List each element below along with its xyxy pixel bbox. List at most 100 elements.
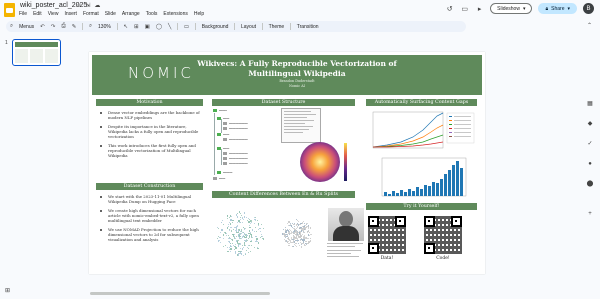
- growth-line-chart[interactable]: [367, 110, 477, 152]
- scatter-point: [303, 228, 305, 231]
- keep-icon[interactable]: ◆: [586, 120, 594, 128]
- motivation-heading[interactable]: Motivation: [96, 99, 203, 106]
- print-icon[interactable]: ⎙: [61, 23, 65, 30]
- menu-view[interactable]: View: [48, 11, 59, 17]
- ru-embedding-scatter[interactable]: [270, 202, 324, 264]
- tasks-icon[interactable]: ✓: [586, 140, 594, 148]
- horizontal-scrollbar[interactable]: [90, 292, 590, 295]
- data-link-label[interactable]: Data!: [368, 256, 406, 261]
- menu-arrange[interactable]: Arrange: [122, 11, 140, 17]
- background-button[interactable]: Background: [202, 24, 229, 30]
- star-icon[interactable]: ☆: [76, 2, 81, 9]
- text-box-icon[interactable]: ⊞: [134, 24, 139, 30]
- tree-file-node: ━━━━━━━━━━━━: [223, 152, 248, 155]
- article-portrait-image[interactable]: [328, 208, 364, 241]
- scatter-point: [304, 244, 307, 246]
- lock-icon: 🔒︎: [545, 5, 549, 12]
- qr-finder: [368, 243, 379, 254]
- schema-code-image[interactable]: [281, 108, 321, 143]
- structure-heading[interactable]: Dataset Structure: [212, 99, 355, 106]
- data-qr-code[interactable]: [368, 216, 406, 254]
- scatter-point: [284, 240, 286, 242]
- menu-tools[interactable]: Tools: [146, 11, 158, 17]
- dataset-tree-image[interactable]: ━━━━━ ━━━━ ━━━━━━━━━━━━ ━━━━━━━━━━━━ ━━━…: [211, 109, 276, 181]
- cloud-icon[interactable]: ☁: [94, 2, 100, 9]
- divider: [290, 23, 291, 30]
- code-link-label[interactable]: Code!: [424, 256, 462, 261]
- share-button[interactable]: 🔒︎ Share ▾: [538, 3, 577, 14]
- undo-icon[interactable]: ↶: [40, 24, 45, 30]
- search-menus-label[interactable]: Menus: [19, 24, 34, 30]
- scatter-point: [283, 232, 285, 234]
- history-icon[interactable]: ↺: [445, 5, 454, 13]
- en-embedding-scatter[interactable]: [212, 202, 268, 264]
- image-icon[interactable]: ▣: [145, 24, 150, 30]
- redo-icon[interactable]: ↷: [51, 24, 56, 30]
- comment-add-icon[interactable]: ▭: [184, 24, 189, 30]
- scatter-point: [303, 231, 305, 233]
- folder-move-icon[interactable]: ⇲: [85, 2, 90, 9]
- chevron-down-icon[interactable]: ▾: [523, 6, 526, 12]
- search-icon[interactable]: ⌕: [10, 23, 13, 30]
- scatter-point: [241, 231, 244, 233]
- theme-button[interactable]: Theme: [269, 24, 285, 30]
- menu-edit[interactable]: Edit: [33, 11, 42, 17]
- try-heading[interactable]: Try it Yourself!: [366, 203, 477, 210]
- wiki-article-snippet[interactable]: [326, 241, 366, 266]
- poster-header[interactable]: NOMIC Wikivecs: A Fully Reproducible Vec…: [92, 55, 482, 95]
- contacts-icon[interactable]: ●: [586, 160, 594, 168]
- layout-button[interactable]: Layout: [241, 24, 256, 30]
- code-line: [284, 126, 313, 127]
- scatter-point: [231, 226, 233, 228]
- calendar-icon[interactable]: ▦: [586, 100, 594, 108]
- menu-extensions[interactable]: Extensions: [163, 11, 187, 17]
- maps-icon[interactable]: ⬤: [586, 180, 594, 188]
- zoom-select[interactable]: 130%: [98, 24, 111, 30]
- slideshow-button[interactable]: Slideshow ▾: [490, 3, 533, 14]
- code-line: [284, 117, 307, 118]
- shape-icon[interactable]: ◯: [156, 24, 162, 30]
- comment-icon[interactable]: ▭: [460, 5, 469, 13]
- menu-help[interactable]: Help: [194, 11, 204, 17]
- scatter-point: [225, 234, 228, 237]
- scatter-point: [311, 234, 313, 236]
- zoom-icon[interactable]: ⌕: [89, 23, 92, 30]
- menu-file[interactable]: File: [19, 11, 27, 17]
- video-call-icon[interactable]: ▸: [475, 5, 484, 13]
- paint-format-icon[interactable]: ✎: [72, 24, 77, 30]
- scrollbar-thumb[interactable]: [90, 292, 270, 295]
- scatter-point: [235, 237, 237, 239]
- embedding-map-image[interactable]: [300, 142, 340, 182]
- divider: [262, 23, 263, 30]
- content-gaps-heading[interactable]: Automatically Surfacing Content Gaps: [366, 99, 477, 106]
- construction-list[interactable]: We start with the 2023-11-01 Multilingua…: [98, 194, 202, 246]
- scatter-point: [262, 228, 264, 230]
- qr-finder: [395, 216, 406, 227]
- add-icon[interactable]: +: [586, 210, 594, 218]
- construction-heading[interactable]: Dataset Construction: [96, 183, 203, 190]
- chevron-down-icon[interactable]: ▾: [567, 6, 570, 12]
- distribution-bar-chart[interactable]: [378, 156, 468, 200]
- menu-slide[interactable]: Slide: [105, 11, 116, 17]
- avatar[interactable]: B: [583, 3, 594, 14]
- select-icon[interactable]: ↖: [123, 24, 128, 30]
- transition-button[interactable]: Transition: [297, 24, 319, 30]
- motivation-list[interactable]: Dense vector embeddings are the backbone…: [98, 110, 202, 162]
- scatter-point: [308, 241, 310, 243]
- differences-heading[interactable]: Content Differences Between En & Ru Spli…: [212, 191, 355, 198]
- line-icon[interactable]: ╲: [168, 24, 171, 30]
- collapse-toolbar-icon[interactable]: ⌃: [587, 22, 592, 29]
- affiliation: Nomic AI: [288, 83, 306, 88]
- scatter-point: [282, 228, 285, 231]
- slides-logo-icon[interactable]: [4, 3, 15, 17]
- scatter-point: [243, 218, 245, 220]
- poster-title[interactable]: Wikivecs: A Fully Reproducible Vectoriza…: [192, 59, 402, 78]
- menu-format[interactable]: Format: [83, 11, 99, 17]
- menu-insert[interactable]: Insert: [64, 11, 77, 17]
- scatter-point: [247, 238, 250, 240]
- scatter-point: [241, 222, 243, 224]
- poster-authors: Brandon Duderstadt Nomic AI: [192, 79, 402, 88]
- slide-thumbnail[interactable]: [12, 39, 61, 66]
- grid-view-icon[interactable]: ⊞: [5, 287, 10, 294]
- code-qr-code[interactable]: [424, 216, 462, 254]
